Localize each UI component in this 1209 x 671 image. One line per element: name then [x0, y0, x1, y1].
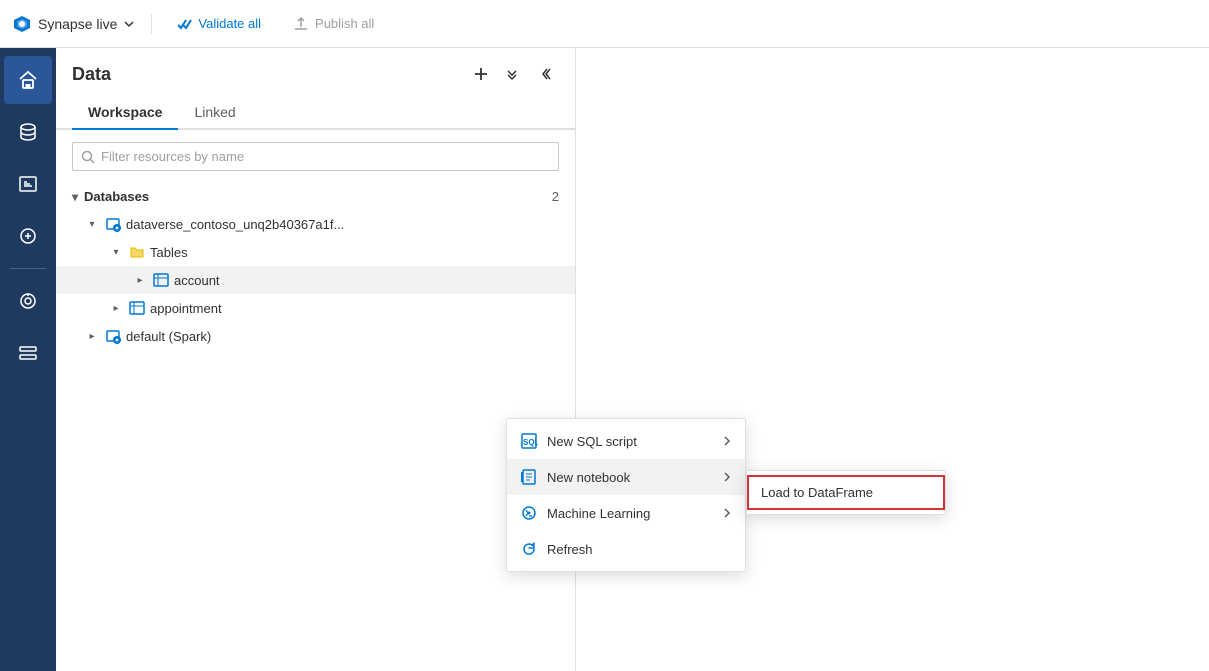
- folder-icon: [128, 243, 146, 261]
- tables-chevron: ▾: [108, 244, 124, 260]
- account-chevron: ▸: [132, 272, 148, 288]
- list-item[interactable]: ▸ default (Spark): [56, 322, 575, 350]
- chevron-right-icon: [721, 435, 733, 447]
- context-menu-item-refresh[interactable]: Refresh: [507, 531, 745, 567]
- account-label: account: [174, 273, 220, 288]
- publish-icon: [293, 16, 309, 32]
- validate-all-button[interactable]: Validate all: [168, 12, 269, 36]
- submenu-item-dataframe[interactable]: Load to DataFrame: [747, 475, 945, 510]
- notebook-icon: [519, 467, 539, 487]
- refresh-item-left: Refresh: [519, 539, 593, 559]
- notebook-item-left: New notebook: [519, 467, 630, 487]
- load-dataframe-label: Load to DataFrame: [761, 485, 873, 500]
- spark-icon: [104, 327, 122, 345]
- sql-item-left: SQL New SQL script: [519, 431, 637, 451]
- search-box: [72, 142, 559, 171]
- tables-label: Tables: [150, 245, 188, 260]
- submenu: Load to DataFrame: [746, 470, 946, 515]
- default-spark-label: default (Spark): [126, 329, 211, 344]
- search-icon: [81, 150, 95, 164]
- context-menu-item-sql[interactable]: SQL New SQL script: [507, 423, 745, 459]
- sidebar-icons: [0, 48, 56, 671]
- sidebar-item-monitor[interactable]: [4, 277, 52, 325]
- brand-label: Synapse live: [38, 16, 117, 32]
- table-icon: [128, 299, 146, 317]
- sql-icon: SQL: [519, 431, 539, 451]
- refresh-label: Refresh: [547, 542, 593, 557]
- sidebar-divider: [10, 268, 46, 269]
- search-input[interactable]: [101, 149, 550, 164]
- content-area: [576, 48, 1209, 671]
- add-button[interactable]: [467, 60, 495, 88]
- chevron-right-icon: [721, 507, 733, 519]
- more-options-button[interactable]: [499, 60, 527, 88]
- databases-count: 2: [552, 189, 559, 204]
- synapse-icon: [12, 14, 32, 34]
- tabs: Workspace Linked: [56, 96, 575, 130]
- list-item[interactable]: ▾ dataverse_contoso_unq2b40367a1f...: [56, 210, 575, 238]
- chevron-right-icon: [721, 471, 733, 483]
- publish-all-button[interactable]: Publish all: [285, 12, 382, 36]
- context-menu-item-ml[interactable]: Machine Learning: [507, 495, 745, 531]
- appointment-chevron: ▸: [108, 300, 124, 316]
- context-menu: SQL New SQL script: [506, 418, 746, 572]
- dataverse-chevron: ▾: [84, 216, 100, 232]
- sidebar-item-home[interactable]: [4, 56, 52, 104]
- topbar-divider: [151, 14, 152, 34]
- refresh-icon: [519, 539, 539, 559]
- chevron-down-icon: [123, 18, 135, 30]
- topbar: Synapse live Validate all Publish all: [0, 0, 1209, 48]
- sidebar-item-develop[interactable]: [4, 160, 52, 208]
- panel-title: Data: [72, 64, 111, 85]
- list-item[interactable]: ▸ account: [56, 266, 575, 294]
- brand: Synapse live: [12, 14, 135, 34]
- tree-container: ▾ Databases 2 ▾ dataverse_contoso_unq2b4…: [56, 183, 575, 671]
- dataverse-label: dataverse_contoso_unq2b40367a1f...: [126, 217, 344, 232]
- appointment-label: appointment: [150, 301, 222, 316]
- main-layout: Data: [0, 48, 1209, 671]
- list-item[interactable]: ▾ Tables: [56, 238, 575, 266]
- sidebar-item-data[interactable]: [4, 108, 52, 156]
- context-menu-item-notebook[interactable]: New notebook: [507, 459, 745, 495]
- list-item[interactable]: ▸ appointment: [56, 294, 575, 322]
- search-container: [56, 130, 575, 183]
- sidebar-item-integrate[interactable]: [4, 212, 52, 260]
- tab-workspace[interactable]: Workspace: [72, 96, 178, 130]
- databases-section-header[interactable]: ▾ Databases 2: [56, 183, 575, 210]
- databases-label: Databases: [84, 189, 149, 204]
- collapse-button[interactable]: [531, 60, 559, 88]
- databases-chevron: ▾: [72, 190, 78, 204]
- panel-header: Data: [56, 48, 575, 96]
- default-chevron: ▸: [84, 328, 100, 344]
- validate-label: Validate all: [198, 16, 261, 31]
- sidebar-item-manage[interactable]: [4, 329, 52, 377]
- notebook-label: New notebook: [547, 470, 630, 485]
- plus-icon: [473, 66, 489, 82]
- ml-label: Machine Learning: [547, 506, 650, 521]
- tab-linked[interactable]: Linked: [178, 96, 251, 130]
- panel-actions: [467, 60, 559, 88]
- validate-icon: [176, 16, 192, 32]
- table-icon: [152, 271, 170, 289]
- double-chevron-icon: [537, 66, 553, 82]
- chevrons-icon: [505, 66, 521, 82]
- ml-item-left: Machine Learning: [519, 503, 650, 523]
- sql-label: New SQL script: [547, 434, 637, 449]
- dataverse-icon: [104, 215, 122, 233]
- svg-text:SQL: SQL: [523, 438, 538, 447]
- ml-icon: [519, 503, 539, 523]
- publish-label: Publish all: [315, 16, 374, 31]
- data-panel: Data: [56, 48, 576, 671]
